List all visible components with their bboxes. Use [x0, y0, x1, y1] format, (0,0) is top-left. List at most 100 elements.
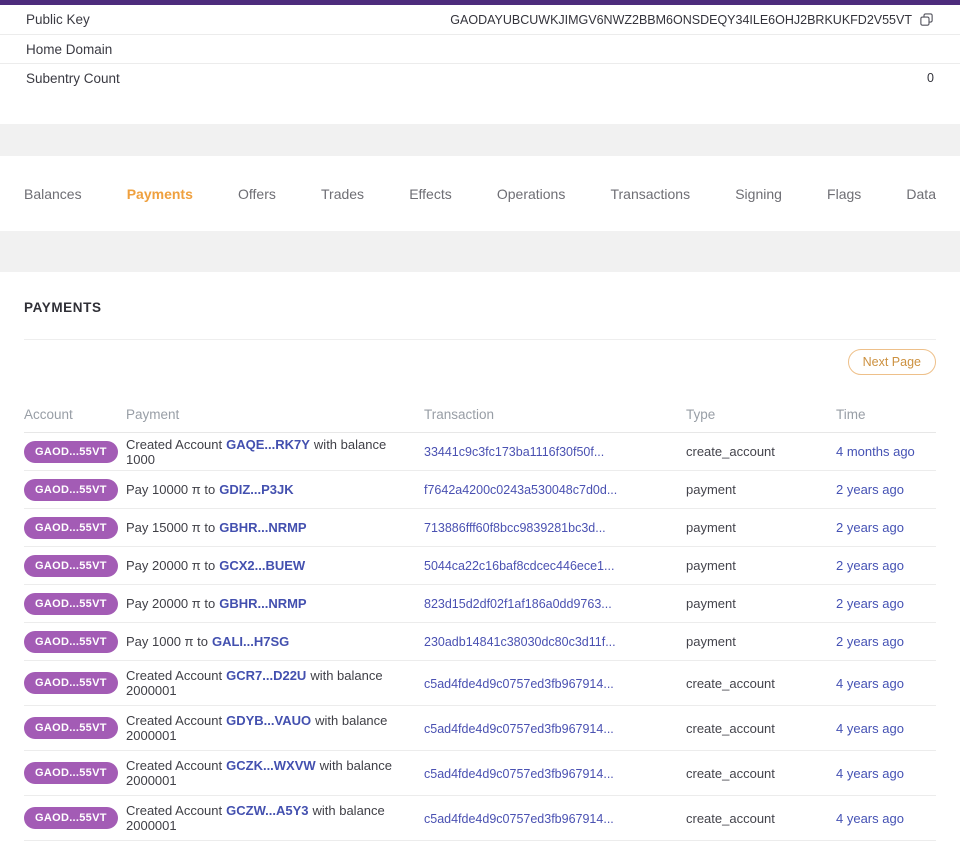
tab-offers[interactable]: Offers — [238, 186, 276, 202]
table-row: GAOD...55VT Created AccountGCR7...D22Uwi… — [24, 661, 936, 706]
payment-account-link[interactable]: GBHR...NRMP — [219, 520, 306, 535]
type-label: payment — [686, 634, 836, 649]
tab-signing[interactable]: Signing — [735, 186, 782, 202]
time-link[interactable]: 4 years ago — [836, 811, 904, 826]
payment-text: Pay 10000 π to — [126, 482, 215, 497]
payment-cell: Created AccountGCZW...A5Y3with balance 2… — [126, 803, 424, 833]
payment-cell: Created AccountGDYB...VAUOwith balance 2… — [126, 713, 424, 743]
tab-payments[interactable]: Payments — [127, 186, 193, 202]
transaction-link[interactable]: 230adb14841c38030dc80c3d11f... — [424, 635, 616, 649]
payment-cell: Pay 10000 π to GDIZ...P3JK — [126, 482, 424, 497]
account-badge[interactable]: GAOD...55VT — [24, 593, 118, 615]
table-row: GAOD...55VT Pay 1000 π to GALI...H7SG 230… — [24, 623, 936, 661]
home-domain-label: Home Domain — [26, 42, 112, 57]
tab-operations[interactable]: Operations — [497, 186, 565, 202]
tab-flags[interactable]: Flags — [827, 186, 861, 202]
subentry-count-label: Subentry Count — [26, 71, 120, 86]
time-link[interactable]: 4 years ago — [836, 721, 904, 736]
payment-cell: Created AccountGCZK...WXVWwith balance 2… — [126, 758, 424, 788]
time-link[interactable]: 4 years ago — [836, 766, 904, 781]
type-label: create_account — [686, 721, 836, 736]
time-link[interactable]: 4 years ago — [836, 676, 904, 691]
payment-cell: Pay 20000 π to GBHR...NRMP — [126, 596, 424, 611]
account-badge[interactable]: GAOD...55VT — [24, 517, 118, 539]
summary-row-public-key: Public Key GAODAYUBCUWKJIMGV6NWZ2BBM6ONS… — [0, 5, 960, 34]
account-badge[interactable]: GAOD...55VT — [24, 717, 118, 739]
account-badge[interactable]: GAOD...55VT — [24, 807, 118, 829]
payment-text: Created Account — [126, 668, 222, 683]
transaction-link[interactable]: c5ad4fde4d9c0757ed3fb967914... — [424, 722, 614, 736]
copy-icon[interactable] — [919, 11, 934, 28]
next-page-button[interactable]: Next Page — [848, 349, 936, 375]
type-label: payment — [686, 596, 836, 611]
time-link[interactable]: 4 months ago — [836, 444, 915, 459]
payment-cell: Pay 1000 π to GALI...H7SG — [126, 634, 424, 649]
account-badge[interactable]: GAOD...55VT — [24, 672, 118, 694]
table-row: GAOD...55VT Created AccountGDYB...VAUOwi… — [24, 706, 936, 751]
payment-text: Pay 20000 π to — [126, 558, 215, 573]
summary-row-home-domain: Home Domain — [0, 34, 960, 63]
table-row: GAOD...55VT Pay 20000 π to GBHR...NRMP 82… — [24, 585, 936, 623]
header-payment: Payment — [126, 407, 424, 422]
subentry-count-value: 0 — [927, 71, 934, 85]
transaction-link[interactable]: c5ad4fde4d9c0757ed3fb967914... — [424, 767, 614, 781]
table-row: GAOD...55VT Created AccountGAQE...RK7Ywi… — [24, 433, 936, 471]
table-row: GAOD...55VT Pay 20000 π to GCX2...BUEW 50… — [24, 547, 936, 585]
payment-text: Pay 20000 π to — [126, 596, 215, 611]
header-type: Type — [686, 407, 836, 422]
divider-band — [0, 231, 960, 272]
type-label: payment — [686, 482, 836, 497]
type-label: create_account — [686, 766, 836, 781]
tab-data[interactable]: Data — [906, 186, 936, 202]
payment-account-link[interactable]: GAQE...RK7Y — [226, 437, 310, 452]
header-transaction: Transaction — [424, 407, 686, 422]
account-badge[interactable]: GAOD...55VT — [24, 555, 118, 577]
type-label: create_account — [686, 811, 836, 826]
payment-account-link[interactable]: GCZW...A5Y3 — [226, 803, 308, 818]
table-row: GAOD...55VT Created AccountGCZK...WXVWwi… — [24, 751, 936, 796]
table-header: Account Payment Transaction Type Time — [24, 407, 936, 433]
payment-account-link[interactable]: GDYB...VAUO — [226, 713, 311, 728]
transaction-link[interactable]: 5044ca22c16baf8cdcec446ece1... — [424, 559, 614, 573]
table-row: GAOD...55VT Created AccountGCZW...A5Y3wi… — [24, 796, 936, 841]
payment-cell: Created AccountGCR7...D22Uwith balance 2… — [126, 668, 424, 698]
table-row: GAOD...55VT Pay 15000 π to GBHR...NRMP 71… — [24, 509, 936, 547]
tab-balances[interactable]: Balances — [24, 186, 82, 202]
payment-account-link[interactable]: GCZK...WXVW — [226, 758, 316, 773]
payment-text: Pay 15000 π to — [126, 520, 215, 535]
section-title: PAYMENTS — [24, 300, 936, 315]
type-label: create_account — [686, 676, 836, 691]
tab-transactions[interactable]: Transactions — [610, 186, 690, 202]
payment-cell: Created AccountGAQE...RK7Ywith balance 1… — [126, 437, 424, 467]
payment-account-link[interactable]: GDIZ...P3JK — [219, 482, 293, 497]
time-link[interactable]: 2 years ago — [836, 520, 904, 535]
payment-account-link[interactable]: GCX2...BUEW — [219, 558, 305, 573]
transaction-link[interactable]: 823d15d2df02f1af186a0dd9763... — [424, 597, 612, 611]
payment-account-link[interactable]: GCR7...D22U — [226, 668, 306, 683]
account-badge[interactable]: GAOD...55VT — [24, 441, 118, 463]
time-link[interactable]: 2 years ago — [836, 596, 904, 611]
transaction-link[interactable]: 33441c9c3fc173ba1116f30f50f... — [424, 445, 604, 459]
summary-row-subentry-count: Subentry Count 0 — [0, 63, 960, 92]
tab-effects[interactable]: Effects — [409, 186, 452, 202]
payment-text: Created Account — [126, 803, 222, 818]
payment-account-link[interactable]: GBHR...NRMP — [219, 596, 306, 611]
header-account: Account — [24, 407, 126, 422]
time-link[interactable]: 2 years ago — [836, 558, 904, 573]
account-badge[interactable]: GAOD...55VT — [24, 762, 118, 784]
public-key-label: Public Key — [26, 12, 90, 27]
time-link[interactable]: 2 years ago — [836, 482, 904, 497]
table-row: GAOD...55VT Pay 10000 π to GDIZ...P3JK f7… — [24, 471, 936, 509]
payments-section: PAYMENTS Next Page Account Payment Trans… — [0, 300, 960, 841]
time-link[interactable]: 2 years ago — [836, 634, 904, 649]
tab-trades[interactable]: Trades — [321, 186, 364, 202]
payment-text: Pay 1000 π to — [126, 634, 208, 649]
account-badge[interactable]: GAOD...55VT — [24, 631, 118, 653]
account-tabs: Balances Payments Offers Trades Effects … — [0, 156, 960, 231]
transaction-link[interactable]: f7642a4200c0243a530048c7d0d... — [424, 483, 617, 497]
transaction-link[interactable]: c5ad4fde4d9c0757ed3fb967914... — [424, 677, 614, 691]
transaction-link[interactable]: c5ad4fde4d9c0757ed3fb967914... — [424, 812, 614, 826]
transaction-link[interactable]: 713886fff60f8bcc9839281bc3d... — [424, 521, 606, 535]
payment-account-link[interactable]: GALI...H7SG — [212, 634, 289, 649]
account-badge[interactable]: GAOD...55VT — [24, 479, 118, 501]
